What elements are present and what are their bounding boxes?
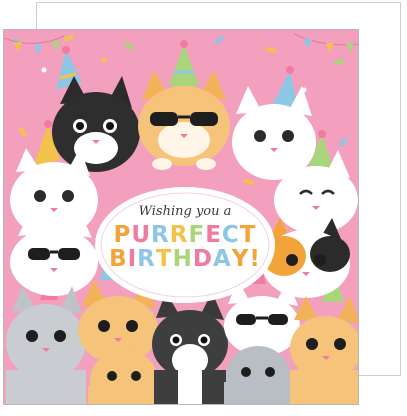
greeting-line1: Wishing you a	[138, 204, 232, 219]
cat-calico	[262, 218, 350, 298]
cat-white-top-right	[232, 86, 316, 180]
cat-tuxedo	[152, 292, 228, 404]
cat-grey-tabby-left	[6, 286, 86, 404]
greeting-message: Wishing you a PURRFECT BIRTHDAY!	[99, 198, 271, 294]
greeting-line2: PURRFECT	[113, 222, 257, 248]
cat-white-sunglasses-left	[10, 216, 98, 296]
cat-black	[52, 76, 140, 172]
cat-orange-tabby-right	[290, 296, 358, 404]
greeting-line3: BIRTHDAY!	[109, 246, 261, 273]
birthday-card: Wishing you a PURRFECT BIRTHDAY!	[3, 29, 359, 405]
cat-grey-tabby-bottom	[224, 346, 292, 404]
